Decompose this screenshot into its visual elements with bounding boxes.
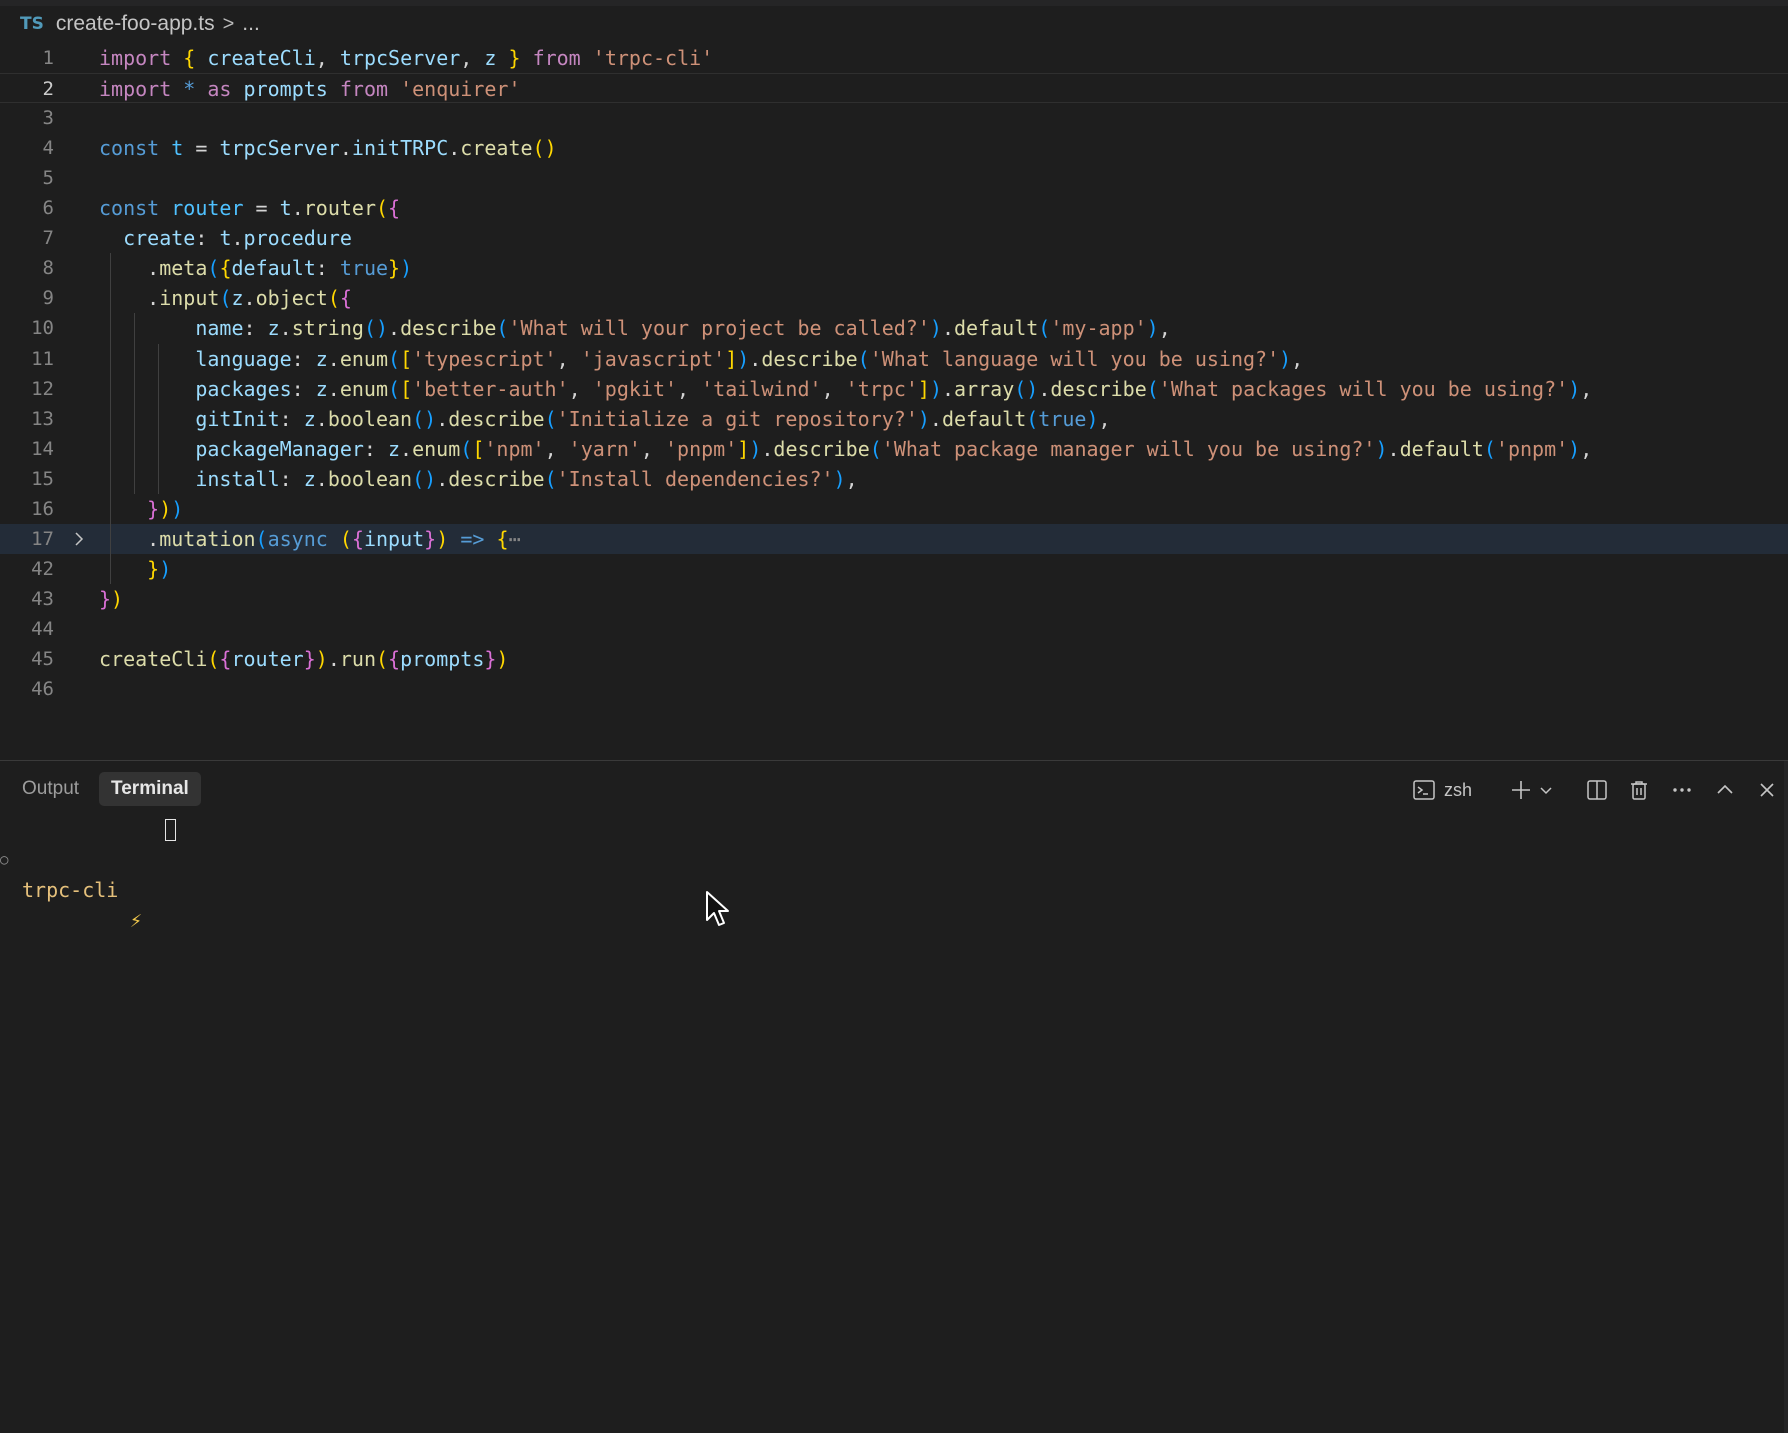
code-line[interactable]: 12 packages: z.enum(['better-auth', 'pgk…: [0, 374, 1788, 404]
line-number: 14: [31, 437, 54, 460]
tab-terminal[interactable]: Terminal: [99, 772, 201, 806]
line-number: 16: [31, 497, 54, 520]
indent-guide: [110, 253, 112, 584]
line-number: 4: [42, 137, 54, 160]
bottom-panel: Output Terminal zsh ○ trpc-cli ⚡: [0, 760, 1788, 1433]
breadcrumb: TS create-foo-app.ts > ...: [0, 0, 1788, 48]
terminal-profile-button[interactable]: zsh: [1412, 773, 1498, 807]
split-terminal-button[interactable]: [1576, 773, 1618, 807]
code-line[interactable]: 3: [0, 103, 1788, 133]
code-text: install: z.boolean().describe('Install d…: [195, 466, 858, 491]
indent-guide: [158, 343, 160, 494]
line-number: 3: [42, 107, 54, 130]
chevron-down-icon: [1539, 783, 1553, 797]
line-number: 46: [31, 678, 54, 701]
code-text: import * as prompts from 'enquirer': [99, 77, 521, 102]
new-terminal-button[interactable]: [1508, 773, 1534, 807]
code-line[interactable]: 44: [0, 614, 1788, 644]
breadcrumb-file[interactable]: create-foo-app.ts: [56, 12, 215, 36]
code-line[interactable]: 7 create: t.procedure: [0, 223, 1788, 253]
shell-label: zsh: [1444, 779, 1473, 800]
maximize-panel-button[interactable]: [1704, 773, 1746, 807]
code-text: const router = t.router({: [99, 196, 401, 221]
panel-tabs: Output Terminal: [10, 772, 201, 806]
code-text: packageManager: z.enum(['npm', 'yarn', '…: [195, 436, 1593, 461]
chevron-up-icon: [1715, 780, 1735, 800]
line-number: 17: [31, 527, 54, 550]
code-text: })): [147, 496, 184, 521]
code-line[interactable]: 46: [0, 674, 1788, 704]
indent-guide: [134, 313, 136, 494]
line-number: 9: [42, 287, 54, 310]
line-number: 45: [31, 648, 54, 670]
typescript-file-icon: TS: [20, 14, 44, 34]
code-editor[interactable]: 1 import { createCli, trpcServer, z } fro…: [0, 43, 1788, 763]
line-number: 43: [31, 587, 54, 610]
line-number: 8: [42, 257, 54, 280]
more-actions-button[interactable]: [1660, 773, 1704, 807]
tab-output[interactable]: Output: [10, 772, 91, 806]
plus-icon: [1510, 779, 1532, 801]
code-text: import { createCli, trpcServer, z } from…: [99, 46, 714, 70]
breadcrumb-symbols[interactable]: ...: [242, 12, 260, 36]
panel-actions: zsh: [1412, 773, 1788, 807]
line-number: 7: [42, 227, 54, 250]
line-number: 2: [42, 78, 54, 101]
kill-terminal-button[interactable]: [1618, 773, 1660, 807]
code-text: const t = trpcServer.initTRPC.create(): [99, 136, 557, 161]
mouse-pointer-icon: [705, 890, 731, 933]
command-status-icon: ○: [0, 852, 9, 868]
terminal-prompt: trpc-cli: [22, 878, 119, 902]
line-number: 6: [42, 197, 54, 220]
terminal-dropdown-button[interactable]: [1534, 773, 1558, 807]
code-line[interactable]: 5: [0, 163, 1788, 193]
line-number: 15: [31, 467, 54, 490]
terminal-scrollbar[interactable]: [1784, 761, 1788, 1433]
code-line[interactable]: 15 install: z.boolean().describe('Instal…: [0, 464, 1788, 494]
code-text: .meta({default: true}): [99, 256, 413, 281]
code-line[interactable]: 1 import { createCli, trpcServer, z } fro…: [0, 43, 1788, 73]
code-line[interactable]: 6 const router = t.router({: [0, 193, 1788, 223]
code-line[interactable]: 4 const t = trpcServer.initTRPC.create(): [0, 133, 1788, 163]
breadcrumb-chevron-icon: >: [222, 12, 235, 35]
line-number: 5: [42, 167, 54, 190]
code-line[interactable]: 11 language: z.enum(['typescript', 'java…: [0, 344, 1788, 374]
close-icon: [1758, 781, 1776, 799]
terminal-icon: [1412, 778, 1436, 802]
code-line[interactable]: 10 name: z.string().describe('What will …: [0, 313, 1788, 343]
code-text: createCli({router}).run({prompts}): [99, 647, 509, 671]
line-number: 11: [31, 347, 54, 370]
code-line[interactable]: 42 }): [0, 554, 1788, 584]
line-number: 1: [42, 47, 54, 69]
split-icon: [1586, 779, 1608, 801]
terminal-prompt-line[interactable]: ○ trpc-cli ⚡: [0, 815, 300, 932]
code-line[interactable]: 8 .meta({default: true}): [0, 253, 1788, 283]
code-text: name: z.string().describe('What will you…: [195, 316, 1171, 341]
code-line[interactable]: 14 packageManager: z.enum(['npm', 'yarn'…: [0, 434, 1788, 464]
code-text: gitInit: z.boolean().describe('Initializ…: [195, 406, 1111, 431]
line-number: 13: [31, 407, 54, 430]
code-line[interactable]: 43}): [0, 584, 1788, 614]
line-number: 44: [31, 617, 54, 640]
terminal-cursor: [165, 819, 176, 841]
line-number: 42: [31, 557, 54, 580]
code-text: language: z.enum(['typescript', 'javascr…: [195, 346, 1304, 371]
code-text: packages: z.enum(['better-auth', 'pgkit'…: [195, 376, 1593, 401]
bolt-icon: ⚡: [130, 908, 143, 932]
code-line[interactable]: 2 import * as prompts from 'enquirer': [0, 73, 1788, 104]
close-panel-button[interactable]: [1746, 773, 1788, 807]
code-text: .input(z.object({: [99, 286, 352, 311]
code-line[interactable]: 16 })): [0, 494, 1788, 524]
code-text: }): [99, 586, 124, 611]
code-line[interactable]: 45 createCli({router}).run({prompts}): [0, 644, 1788, 674]
trash-icon: [1628, 779, 1650, 801]
ellipsis-icon: [1671, 779, 1693, 801]
code-text: create: t.procedure: [123, 226, 352, 251]
code-text: .mutation(async ({input}) => {⋯: [99, 526, 521, 551]
code-line[interactable]: 9 .input(z.object({: [0, 283, 1788, 313]
code-line[interactable]: 13 gitInit: z.boolean().describe('Initia…: [0, 404, 1788, 434]
line-number: 12: [31, 377, 54, 400]
code-line[interactable]: 17 .mutation(async ({input}) => {⋯: [0, 523, 1788, 554]
line-number: 10: [31, 317, 54, 340]
